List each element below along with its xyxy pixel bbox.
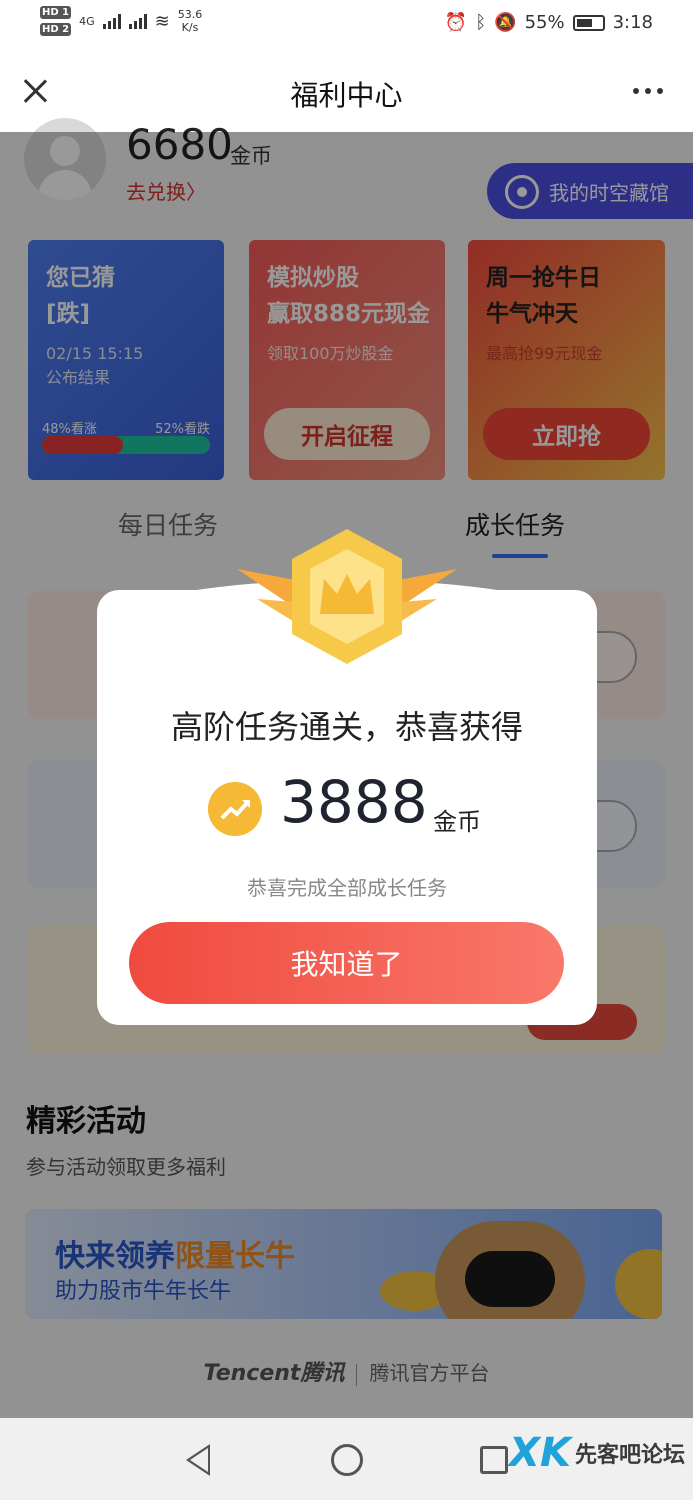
net-speed: 53.6 K/s — [177, 8, 203, 34]
badge-icon — [237, 529, 457, 664]
sim2-indicator: HD 2 — [40, 23, 72, 36]
signal2-icon — [128, 13, 147, 29]
status-left: HD 1 HD 2 4G ≋ 53.6 K/s — [40, 6, 202, 36]
reward-amount: 3888 — [280, 768, 428, 836]
title-bar: 福利中心 — [0, 48, 693, 132]
back-icon[interactable] — [186, 1444, 210, 1476]
page-title: 福利中心 — [290, 79, 403, 112]
alarm-icon: ⏰ — [444, 12, 468, 33]
watermark: XK 先客吧论坛 — [509, 1430, 685, 1476]
bluetooth-icon: ᛒ — [475, 12, 487, 33]
more-icon[interactable] — [633, 88, 663, 94]
mute-icon: 🔕 — [494, 12, 517, 33]
modal-title: 高阶任务通关，恭喜获得 — [170, 708, 523, 746]
network-type: 4G — [79, 14, 95, 28]
signal-icon — [102, 13, 121, 29]
status-bar: HD 1 HD 2 4G ≋ 53.6 K/s ⏰ ᛒ 🔕 55% 3:18 — [0, 0, 693, 48]
home-icon[interactable] — [331, 1444, 363, 1476]
reward-unit: 金币 — [433, 808, 481, 836]
modal-subtitle: 恭喜完成全部成长任务 — [247, 876, 447, 900]
wifi-icon: ≋ — [154, 10, 170, 32]
recent-apps-icon[interactable] — [480, 1446, 508, 1474]
clock: 3:18 — [612, 12, 653, 33]
watermark-text: 先客吧论坛 — [574, 1443, 685, 1468]
trend-up-icon — [208, 782, 262, 836]
got-it-button[interactable]: 我知道了 — [129, 922, 564, 1004]
status-right: ⏰ ᛒ 🔕 55% 3:18 — [445, 12, 653, 33]
watermark-logo: XK — [509, 1430, 571, 1476]
battery-percent: 55% — [524, 12, 565, 33]
battery-icon — [572, 14, 605, 31]
sim1-indicator: HD 1 — [40, 6, 72, 19]
